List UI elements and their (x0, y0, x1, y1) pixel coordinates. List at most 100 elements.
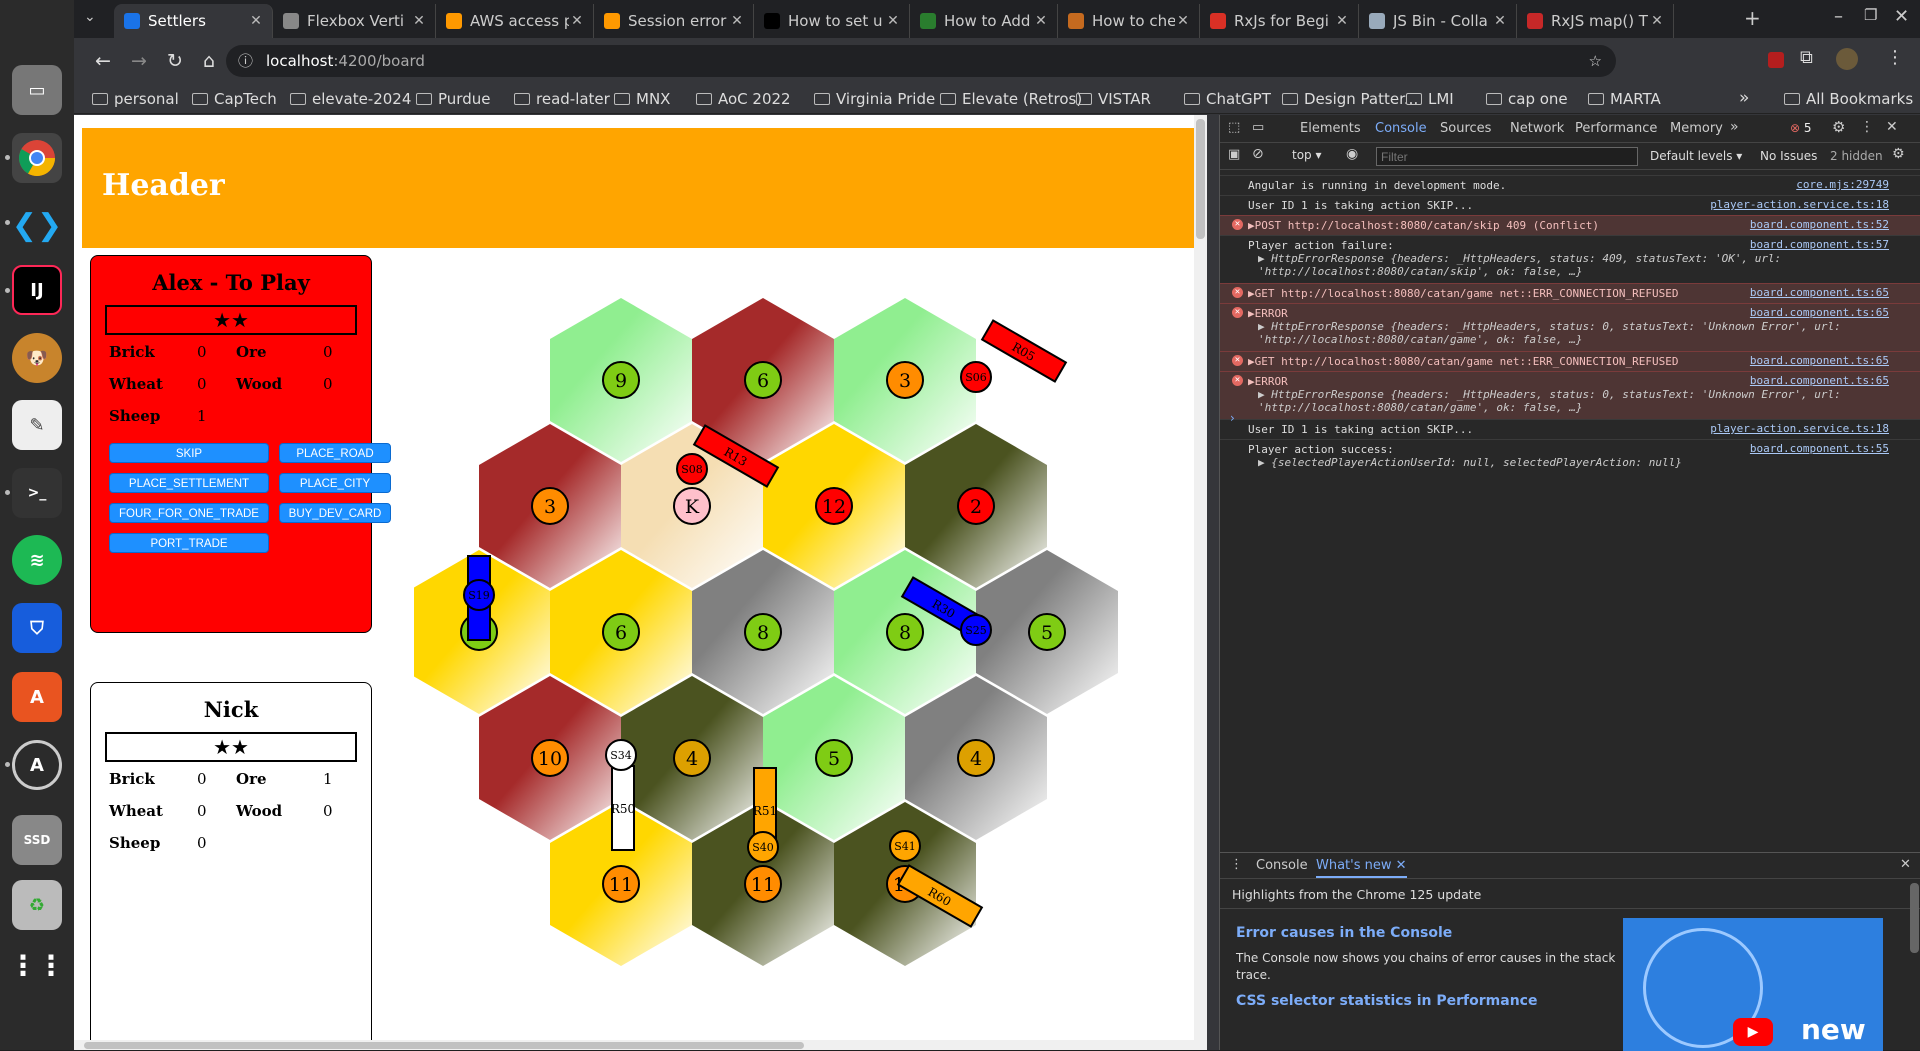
feature-title[interactable]: Error causes in the Console (1236, 925, 1452, 941)
bookmark-item[interactable]: MNX (614, 90, 670, 108)
bookmark-item[interactable]: LMI (1406, 90, 1454, 108)
bookmark-item[interactable]: Virginia Pride (814, 90, 935, 108)
log-source-link[interactable]: board.component.ts:65 (1750, 286, 1889, 299)
bookmark-item[interactable]: read-later (514, 90, 610, 108)
drawer-tab-console[interactable]: Console (1256, 858, 1308, 873)
settlement-piece[interactable]: S40 (747, 831, 779, 863)
sidebar-toggle-icon[interactable]: ▣ (1228, 147, 1240, 162)
browser-tab[interactable]: How to set u ✕ (754, 4, 910, 38)
spotify-icon[interactable]: ≋ (12, 535, 62, 585)
log-source-link[interactable]: board.component.ts:65 (1750, 306, 1889, 319)
ublock-icon[interactable] (1768, 52, 1784, 68)
devtools-tab[interactable]: Sources (1440, 121, 1491, 136)
console-error-message[interactable]: ✕ ▶ERROR ▶ HttpErrorResponse {headers: _Ht… (1220, 303, 1920, 351)
inspect-icon[interactable]: ⬚ (1228, 120, 1240, 135)
close-devtools-icon[interactable]: ✕ (1886, 119, 1898, 135)
log-source-link[interactable]: board.component.ts:65 (1750, 374, 1889, 387)
profile-avatar[interactable] (1836, 48, 1858, 70)
console-error-message[interactable]: ✕ ▶ERROR ▶ HttpErrorResponse {headers: _Ht… (1220, 371, 1920, 419)
chrome-icon[interactable] (12, 133, 62, 183)
all-bookmarks[interactable]: All Bookmarks (1784, 90, 1913, 108)
back-button[interactable]: ← (90, 48, 116, 74)
place-road-button[interactable]: PLACE_ROAD (279, 443, 391, 463)
bookmark-item[interactable]: elevate-2024 (290, 90, 411, 108)
log-object[interactable]: ▶ HttpErrorResponse {headers: _HttpHeade… (1248, 320, 1878, 346)
error-count-badge[interactable]: ⊗ 5 (1790, 121, 1812, 135)
live-expression-eye-icon[interactable]: ◉ (1346, 146, 1358, 162)
bookmark-item[interactable]: Design Patter... (1282, 90, 1418, 108)
browser-tab[interactable]: RxJs for Begi ✕ (1200, 4, 1359, 38)
skip-button[interactable]: SKIP (109, 443, 269, 463)
maximize-button[interactable]: ❐ (1864, 6, 1877, 24)
close-tab-icon[interactable]: ✕ (1175, 13, 1191, 29)
feature-title[interactable]: CSS selector statistics in Performance (1236, 993, 1537, 1009)
log-source-link[interactable]: board.component.ts:65 (1750, 354, 1889, 367)
drawer-tab-whats-new[interactable]: What's new ✕ (1316, 858, 1407, 878)
browser-tab[interactable]: AWS access p ✕ (436, 4, 594, 38)
bitwarden-icon[interactable]: ⛉ (12, 603, 62, 653)
bookmarks-overflow-icon[interactable]: » (1739, 88, 1749, 108)
buy-dev-card-button[interactable]: BUY_DEV_CARD (279, 503, 391, 523)
reload-button[interactable]: ↻ (162, 48, 188, 74)
devtools-tab[interactable]: Memory (1670, 121, 1723, 136)
settlement-piece[interactable]: S19 (463, 579, 495, 611)
bookmark-item[interactable]: cap one (1486, 90, 1568, 108)
browser-tab[interactable]: JS Bin - Colla ✕ (1359, 4, 1517, 38)
updater-icon[interactable]: A (12, 740, 62, 790)
console-log-message[interactable]: Player action failure: ▶ HttpErrorRespons… (1220, 235, 1920, 283)
settlement-piece[interactable]: S08 (676, 453, 708, 485)
place-city-button[interactable]: PLACE_CITY (279, 473, 391, 493)
settlement-piece[interactable]: S25 (960, 614, 992, 646)
devtools-menu-icon[interactable]: ⋮ (1860, 119, 1874, 135)
close-tab-icon[interactable]: ✕ (569, 13, 585, 29)
log-source-link[interactable]: board.component.ts:52 (1750, 218, 1889, 231)
console-log-message[interactable]: User ID 1 is taking action SKIP... player… (1220, 195, 1920, 215)
bookmark-star-icon[interactable]: ☆ (1589, 45, 1602, 77)
address-bar[interactable]: ⓘ localhost:4200/board ☆ (226, 45, 1616, 77)
bookmark-item[interactable]: personal (92, 90, 179, 108)
settlement-piece[interactable]: S06 (960, 361, 992, 393)
browser-tab[interactable]: Session error ✕ (594, 4, 754, 38)
log-source-link[interactable]: core.mjs:29749 (1796, 178, 1889, 191)
console-settings-icon[interactable]: ⚙ (1892, 146, 1905, 162)
bookmark-item[interactable]: VISTAR (1076, 90, 1151, 108)
home-button[interactable]: ⌂ (196, 48, 222, 74)
port-trade-button[interactable]: PORT_TRADE (109, 533, 269, 553)
files-icon[interactable]: ▭ (12, 65, 62, 115)
dog-app-icon[interactable]: 🐶 (12, 333, 62, 383)
log-levels-dropdown[interactable]: Default levels ▾ (1650, 149, 1742, 163)
settings-gear-icon[interactable]: ⚙ (1832, 118, 1845, 136)
app-grid-icon[interactable]: ⋮⋮ (9, 940, 65, 990)
bookmark-item[interactable]: CapTech (192, 90, 277, 108)
clear-console-icon[interactable]: ⊘ (1252, 146, 1264, 162)
console-log-message[interactable]: Player action success: ▶ {selectedPlayerA… (1220, 439, 1920, 475)
place-settlement-button[interactable]: PLACE_SETTLEMENT (109, 473, 269, 493)
console-error-message[interactable]: ✕ ▶POST http://localhost:8080/catan/skip … (1220, 215, 1920, 235)
road-piece[interactable]: R50 (611, 765, 635, 851)
terminal-icon[interactable]: >_ (12, 468, 62, 518)
tab-search-icon[interactable]: ⌄ (84, 9, 96, 25)
bookmark-item[interactable]: MARTA (1588, 90, 1661, 108)
new-tab-button[interactable]: + (1744, 6, 1761, 30)
devtools-tab[interactable]: Elements (1300, 121, 1361, 136)
drawer-menu-icon[interactable]: ⋮ (1230, 857, 1243, 872)
settlement-piece[interactable]: S41 (889, 830, 921, 862)
more-tabs-icon[interactable]: » (1730, 119, 1739, 135)
console-prompt[interactable]: › (1230, 411, 1235, 425)
menu-icon[interactable]: ⋮ (1886, 47, 1904, 68)
close-tab-icon[interactable]: ✕ (248, 13, 264, 29)
log-source-link[interactable]: board.component.ts:55 (1750, 442, 1889, 455)
log-object[interactable]: ▶ {selectedPlayerActionUserId: null, sel… (1248, 456, 1878, 469)
trash-icon[interactable]: ♻ (12, 880, 62, 930)
bookmark-item[interactable]: Purdue (416, 90, 490, 108)
bookmark-item[interactable]: AoC 2022 (696, 90, 791, 108)
settlement-piece[interactable]: S34 (605, 739, 637, 771)
device-toolbar-icon[interactable]: ▭ (1252, 120, 1264, 135)
console-error-message[interactable]: ✕ ▶GET http://localhost:8080/catan/game n… (1220, 351, 1920, 371)
browser-tab[interactable]: Settlers ✕ (114, 4, 273, 38)
browser-tab[interactable]: Flexbox Verti ✕ (273, 4, 436, 38)
gimp-icon[interactable]: ✎ (12, 400, 62, 450)
close-tab-icon[interactable]: ✕ (1649, 13, 1665, 29)
browser-tab[interactable]: How to check✕ (1058, 4, 1200, 38)
intellij-icon[interactable]: IJ (12, 265, 62, 315)
